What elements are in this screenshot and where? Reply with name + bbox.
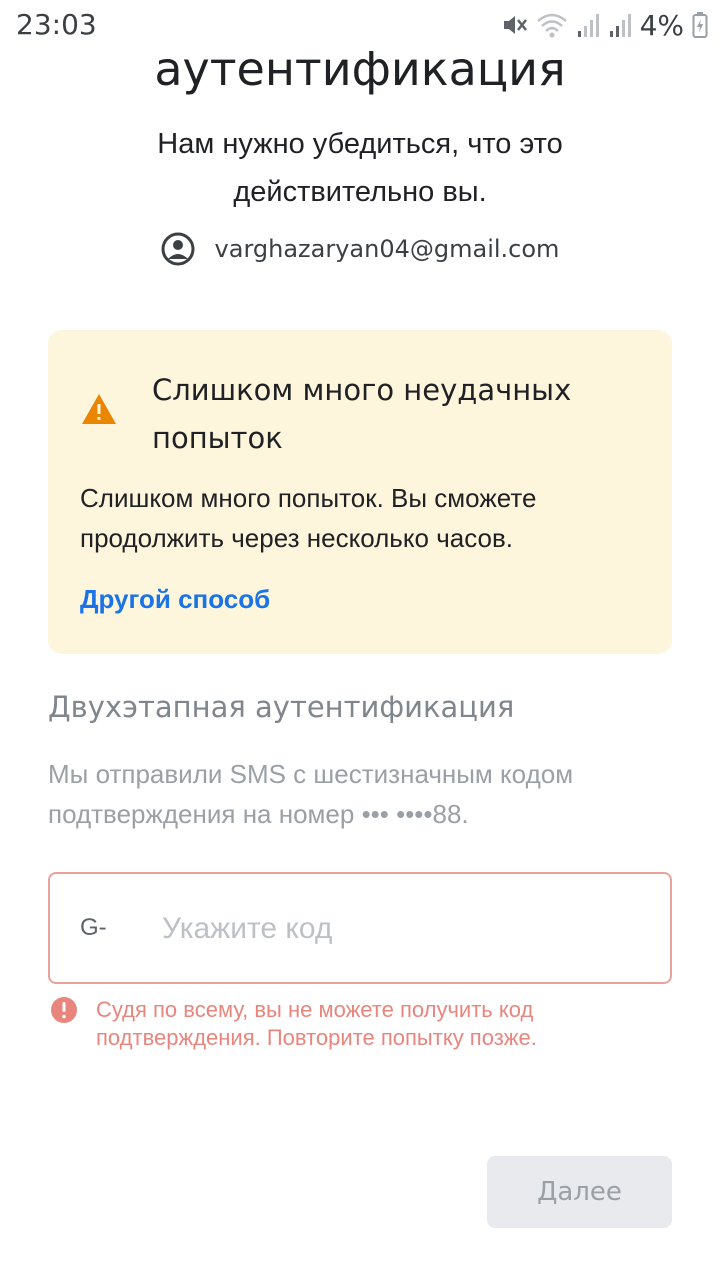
status-time: 23:03 [16, 8, 97, 41]
status-icons: 4% [500, 8, 708, 42]
account-email: varghazaryan04@gmail.com [214, 235, 560, 263]
wifi-icon [536, 13, 567, 38]
error-message: Судя по всему, вы не можете получить код… [96, 997, 537, 1050]
two-step-title: Двухэтапная аутентификация [48, 690, 515, 724]
error-icon [51, 997, 77, 1023]
account-circle-icon [161, 232, 195, 266]
warning-card: Слишком много неудачных попыток Слишком … [48, 330, 672, 654]
mute-icon [503, 16, 527, 34]
two-step-description: Мы отправили SMS с шестизначным кодом по… [48, 759, 574, 829]
warning-text: Слишком много попыток. Вы сможете продол… [80, 483, 537, 553]
next-button[interactable]: Далее [487, 1156, 672, 1228]
signal-icon [577, 14, 599, 37]
page-title: аутентификация [154, 42, 566, 96]
warning-triangle-icon [82, 394, 116, 424]
code-input[interactable] [160, 898, 644, 960]
battery-percent: 4% [639, 8, 684, 42]
account-chip[interactable]: varghazaryan04@gmail.com [0, 232, 720, 266]
battery-charging-icon [692, 12, 708, 38]
signal-icon-2 [609, 14, 631, 37]
warning-title: Слишком много неудачных попыток [152, 373, 572, 455]
code-field[interactable]: G- [48, 872, 672, 984]
page-subtitle: Нам нужно убедиться, что это действитель… [157, 128, 563, 208]
code-prefix: G- [80, 914, 107, 941]
alt-method-link[interactable]: Другой способ [80, 584, 270, 615]
